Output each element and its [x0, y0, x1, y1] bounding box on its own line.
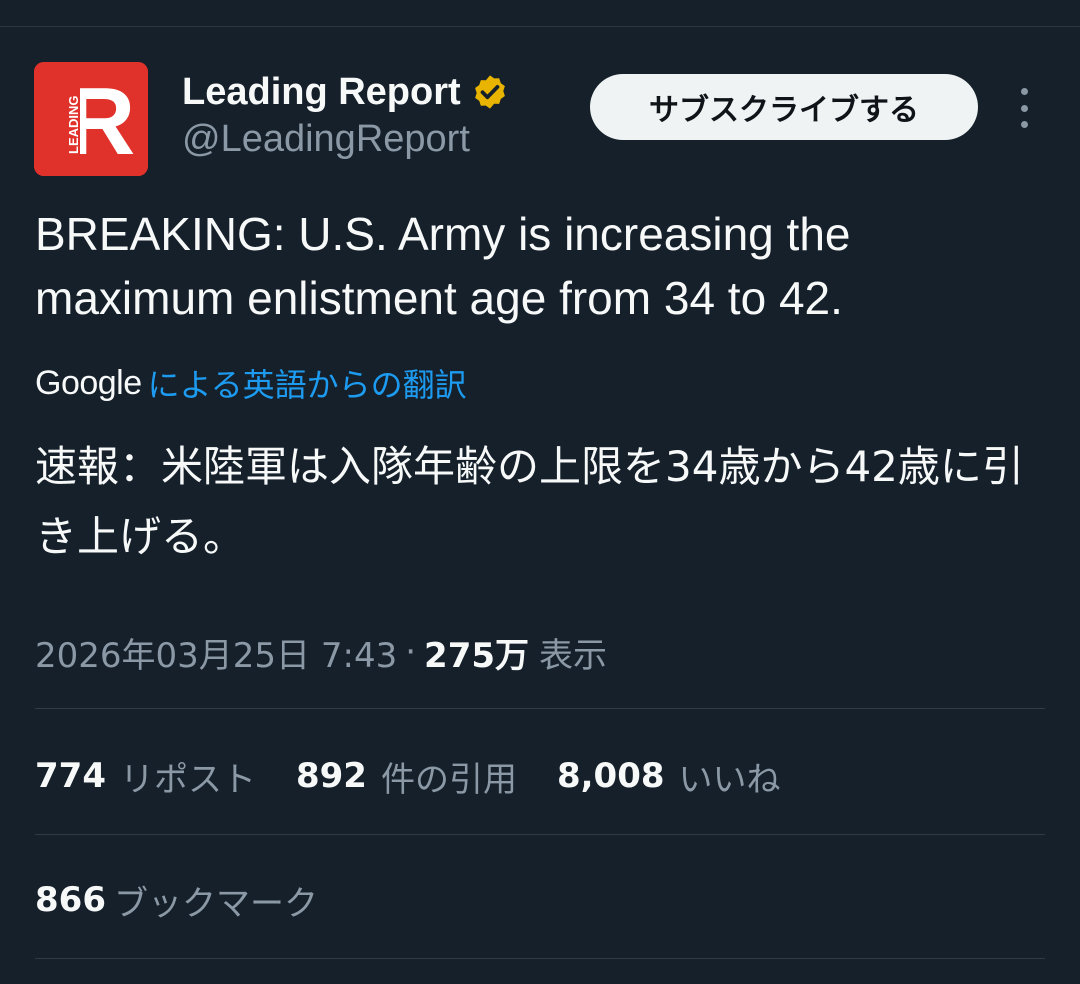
translation-link[interactable]: による英語からの翻訳 — [148, 360, 467, 406]
quotes-stat[interactable]: 892 件の引用 — [296, 752, 517, 801]
more-dot — [1020, 104, 1028, 112]
avatar-wordmark: LEADING — [66, 96, 81, 155]
translation-attribution: Google による英語からの翻訳 — [35, 358, 467, 408]
reposts-count: 774 — [35, 756, 106, 796]
avatar[interactable]: R LEADING — [34, 62, 148, 176]
subscribe-button[interactable]: サブスクライブする — [590, 74, 978, 140]
quotes-label: 件の引用 — [380, 759, 517, 800]
views-label: 表示 — [539, 635, 608, 676]
top-divider — [0, 26, 1080, 27]
divider — [35, 834, 1045, 835]
leading-report-logo: R LEADING — [34, 62, 148, 176]
bookmarks-label: ブックマーク — [113, 883, 318, 924]
tweet-meta: 2026年03月25日 7:43 · 275万 表示 — [35, 626, 607, 678]
meta-separator: · — [405, 632, 417, 672]
more-dot — [1020, 121, 1028, 128]
engagement-stats: 774 リポスト 892 件の引用 8,008 いいね — [35, 750, 821, 802]
tweet-text: BREAKING: U.S. Army is increasing the ma… — [35, 208, 851, 324]
reposts-stat[interactable]: 774 リポスト — [35, 752, 256, 801]
author-name-row: Leading Report — [182, 68, 509, 116]
verified-badge-icon[interactable] — [471, 73, 509, 111]
likes-label: いいね — [678, 759, 781, 800]
likes-stat[interactable]: 8,008 いいね — [557, 752, 781, 801]
bookmarks-stat[interactable]: 866 ブックマーク — [35, 874, 318, 926]
likes-count: 8,008 — [556, 756, 665, 796]
reposts-label: リポスト — [119, 759, 256, 800]
translated-text: 速報：米陸軍は入隊年齢の上限を34歳から42歳に引き上げる。 — [35, 442, 1024, 561]
more-dot — [1020, 88, 1028, 95]
more-vertical-icon[interactable] — [1010, 88, 1038, 128]
bookmarks-count: 866 — [35, 880, 106, 920]
author-display-name[interactable]: Leading Report — [182, 71, 461, 114]
author-handle[interactable]: @LeadingReport — [182, 118, 470, 161]
tweet-timestamp[interactable]: 2026年03月25日 7:43 — [35, 628, 397, 677]
views-count: 275万 — [424, 635, 530, 676]
quotes-count: 892 — [295, 756, 367, 796]
divider — [35, 708, 1045, 709]
divider — [35, 958, 1045, 959]
google-label: Google — [35, 363, 142, 402]
